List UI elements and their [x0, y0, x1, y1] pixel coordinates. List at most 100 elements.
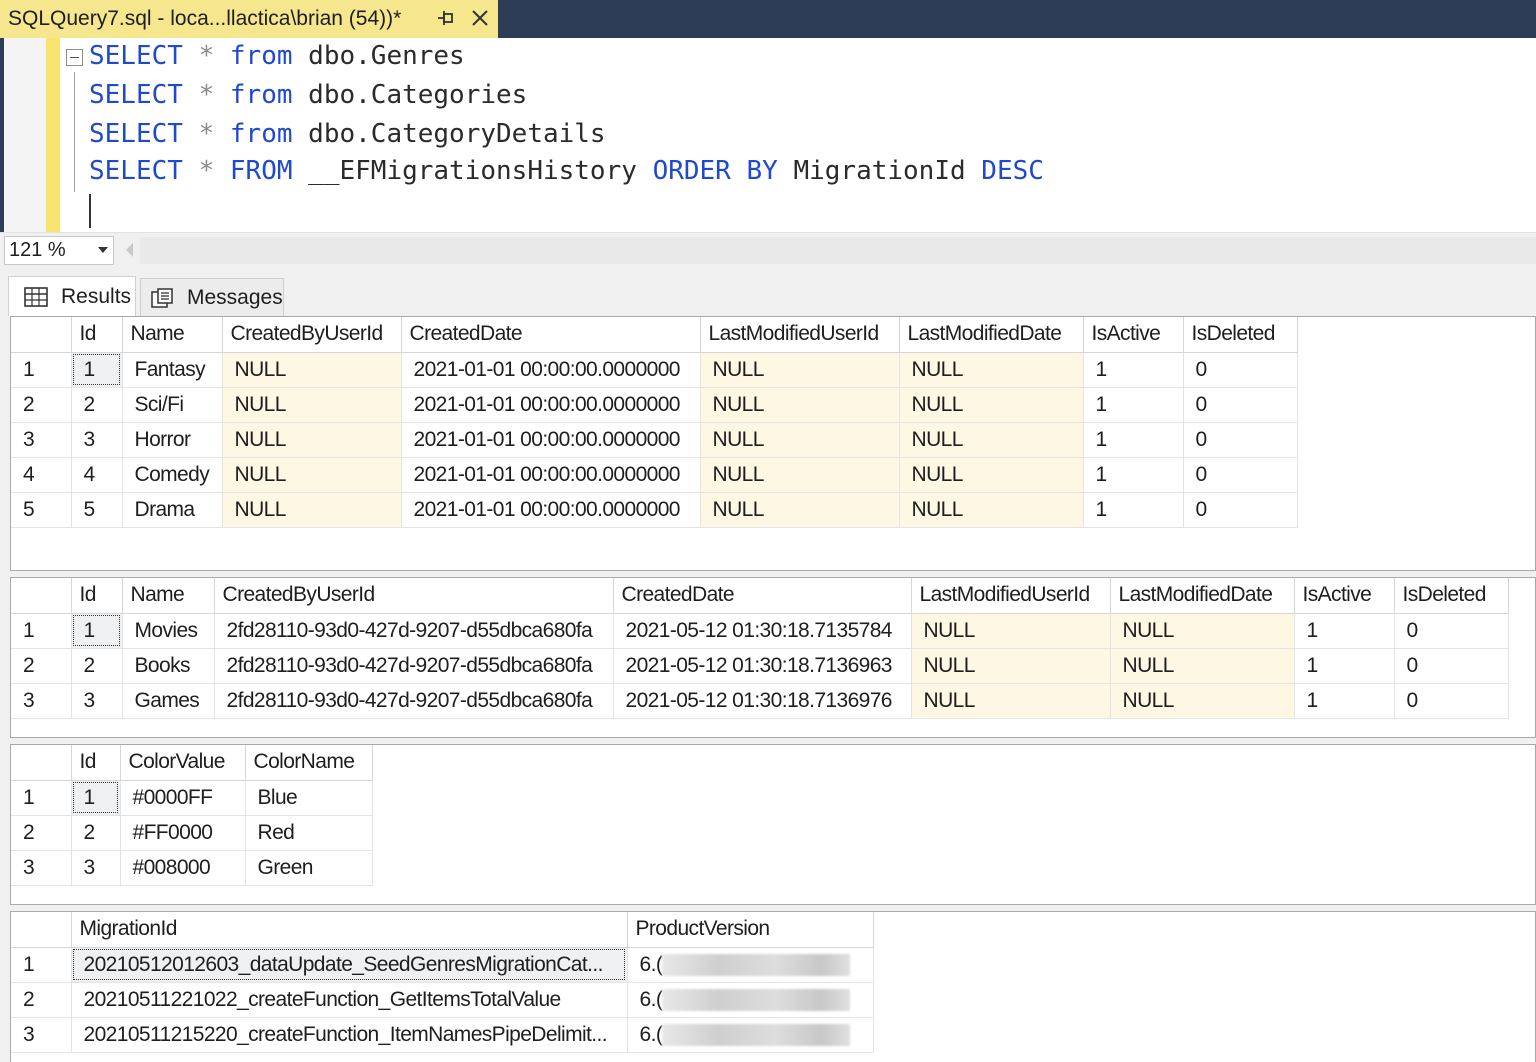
grid-cell[interactable]: NULL	[700, 422, 900, 458]
code-line-3[interactable]: SELECT * from dbo.CategoryDetails	[89, 119, 606, 149]
grid-cell[interactable]: 2021-05-12 01:30:18.7135784	[613, 613, 912, 649]
grid-cell[interactable]: Movies	[122, 613, 215, 649]
column-header[interactable]: LastModifiedDate	[899, 317, 1084, 353]
row-number[interactable]: 1	[11, 780, 72, 816]
grid-cell[interactable]: NULL	[911, 683, 1111, 719]
grid-cell[interactable]: 20210511221022_createFunction_GetItemsTo…	[71, 982, 628, 1018]
grid-cell[interactable]: Drama	[122, 492, 223, 528]
grid-cell[interactable]: #0000FF	[120, 780, 246, 816]
grid-corner[interactable]	[11, 317, 72, 353]
code-line-2[interactable]: SELECT * from dbo.Categories	[89, 80, 527, 110]
grid-cell[interactable]: 2	[71, 815, 121, 851]
row-number[interactable]: 1	[11, 947, 72, 983]
grid-cell[interactable]: 6.(	[627, 1017, 874, 1053]
row-number[interactable]: 2	[11, 982, 72, 1018]
grid-cell[interactable]: 1	[1294, 683, 1395, 719]
table-row[interactable]: 1 1 Movies 2fd28110-93d0-427d-9207-d55db…	[11, 613, 1509, 649]
scroll-left-icon[interactable]	[126, 243, 133, 257]
column-header[interactable]: LastModifiedUserId	[700, 317, 900, 353]
grid-cell[interactable]: 0	[1183, 422, 1298, 458]
grid-cell[interactable]: Games	[122, 683, 215, 719]
grid-cell[interactable]: 2021-01-01 00:00:00.0000000	[401, 492, 701, 528]
grid-cell[interactable]: NULL	[911, 613, 1111, 649]
grid-cell[interactable]: 1	[1083, 352, 1184, 388]
grid-cell[interactable]: 2	[71, 387, 123, 423]
grid-cell[interactable]: 0	[1394, 613, 1509, 649]
grid-cell[interactable]: 1	[1083, 387, 1184, 423]
grid-cell[interactable]: Fantasy	[122, 352, 223, 388]
grid-cell[interactable]: 2021-01-01 00:00:00.0000000	[401, 422, 701, 458]
column-header[interactable]: LastModifiedDate	[1110, 578, 1295, 614]
grid-cell[interactable]: NULL	[700, 352, 900, 388]
column-header[interactable]: IsActive	[1083, 317, 1184, 353]
grid-cell[interactable]: 2021-01-01 00:00:00.0000000	[401, 457, 701, 493]
table-row[interactable]: 2 20210511221022_createFunction_GetItems…	[11, 982, 874, 1018]
grid-cell[interactable]: 3	[71, 850, 121, 886]
grid-corner[interactable]	[11, 912, 72, 948]
table-row[interactable]: 5 5 Drama NULL 2021-01-01 00:00:00.00000…	[11, 492, 1298, 528]
grid-cell[interactable]: 2021-05-12 01:30:18.7136976	[613, 683, 912, 719]
grid-cell[interactable]: 0	[1394, 683, 1509, 719]
table-row[interactable]: 2 2 Sci/Fi NULL 2021-01-01 00:00:00.0000…	[11, 387, 1298, 423]
column-header[interactable]: Id	[71, 578, 123, 614]
grid-cell[interactable]: NULL	[899, 457, 1084, 493]
grid-corner[interactable]	[11, 745, 72, 781]
grid-cell[interactable]: Horror	[122, 422, 223, 458]
table-row[interactable]: 3 20210511215220_createFunction_ItemName…	[11, 1017, 874, 1053]
grid-cell[interactable]: NULL	[700, 457, 900, 493]
grid-cell[interactable]: 2fd28110-93d0-427d-9207-d55dbca680fa	[214, 683, 614, 719]
grid-cell[interactable]: NULL	[1110, 613, 1295, 649]
grid-cell[interactable]: 1	[71, 352, 123, 388]
grid-cell[interactable]: 0	[1183, 492, 1298, 528]
table-row[interactable]: 3 3 #008000 Green	[11, 850, 373, 886]
column-header[interactable]: LastModifiedUserId	[911, 578, 1111, 614]
result-grid-migrations[interactable]: MigrationId ProductVersion 1 20210512012…	[10, 911, 1536, 1062]
row-number[interactable]: 2	[11, 815, 72, 851]
column-header[interactable]: ColorName	[245, 745, 373, 781]
column-header[interactable]: Name	[122, 317, 223, 353]
column-header[interactable]: IsDeleted	[1394, 578, 1509, 614]
code-line-4[interactable]: SELECT * FROM __EFMigrationsHistory ORDE…	[89, 156, 1044, 186]
row-number[interactable]: 3	[11, 850, 72, 886]
row-number[interactable]: 5	[11, 492, 72, 528]
row-number[interactable]: 4	[11, 457, 72, 493]
row-number[interactable]: 3	[11, 683, 72, 719]
grid-cell[interactable]: 2fd28110-93d0-427d-9207-d55dbca680fa	[214, 648, 614, 684]
column-header[interactable]: CreatedDate	[401, 317, 701, 353]
grid-cell[interactable]: NULL	[899, 387, 1084, 423]
table-row[interactable]: 4 4 Comedy NULL 2021-01-01 00:00:00.0000…	[11, 457, 1298, 493]
grid-cell[interactable]: NULL	[222, 492, 402, 528]
grid-cell[interactable]: 2021-05-12 01:30:18.7136963	[613, 648, 912, 684]
grid-cell[interactable]: 1	[1294, 648, 1395, 684]
column-header[interactable]: ProductVersion	[627, 912, 874, 948]
grid-cell[interactable]: 2	[71, 648, 123, 684]
grid-cell[interactable]: 20210512012603_dataUpdate_SeedGenresMigr…	[71, 947, 628, 983]
collapse-icon[interactable]	[66, 49, 83, 66]
grid-cell[interactable]: NULL	[899, 352, 1084, 388]
tab-results[interactable]: Results	[8, 276, 136, 316]
grid-cell[interactable]: 2021-01-01 00:00:00.0000000	[401, 387, 701, 423]
grid-cell[interactable]: NULL	[222, 422, 402, 458]
grid-cell[interactable]: 1	[1083, 492, 1184, 528]
row-number[interactable]: 3	[11, 1017, 72, 1053]
column-header[interactable]: IsActive	[1294, 578, 1395, 614]
grid-cell[interactable]: 1	[1083, 422, 1184, 458]
grid-cell[interactable]: 0	[1183, 352, 1298, 388]
grid-cell[interactable]: 6.(	[627, 947, 874, 983]
grid-cell[interactable]: 4	[71, 457, 123, 493]
grid-cell[interactable]: Blue	[245, 780, 373, 816]
row-number[interactable]: 1	[11, 613, 72, 649]
row-number[interactable]: 2	[11, 387, 72, 423]
column-header[interactable]: MigrationId	[71, 912, 628, 948]
table-row[interactable]: 1 1 Fantasy NULL 2021-01-01 00:00:00.000…	[11, 352, 1298, 388]
table-row[interactable]: 1 1 #0000FF Blue	[11, 780, 373, 816]
grid-cell[interactable]: 6.(	[627, 982, 874, 1018]
grid-cell[interactable]: Green	[245, 850, 373, 886]
grid-cell[interactable]: 2fd28110-93d0-427d-9207-d55dbca680fa	[214, 613, 614, 649]
table-row[interactable]: 2 2 #FF0000 Red	[11, 815, 373, 851]
column-header[interactable]: Name	[122, 578, 215, 614]
grid-corner[interactable]	[11, 578, 72, 614]
grid-cell[interactable]: 1	[71, 780, 121, 816]
grid-cell[interactable]: Comedy	[122, 457, 223, 493]
grid-cell[interactable]: NULL	[222, 457, 402, 493]
